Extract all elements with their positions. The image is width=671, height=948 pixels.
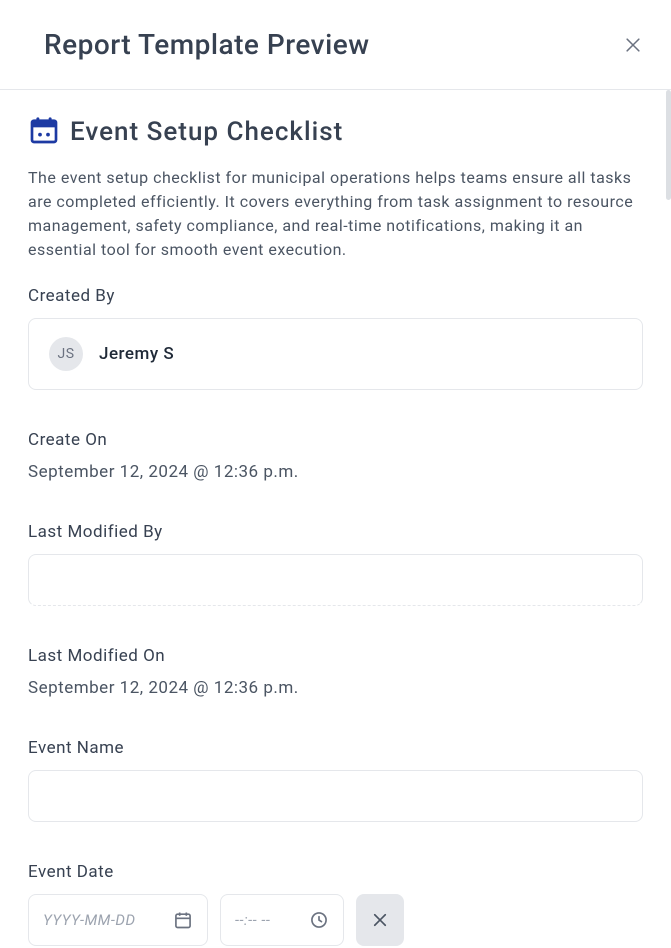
close-button[interactable] (621, 33, 645, 57)
last-modified-on-label: Last Modified On (28, 646, 643, 666)
field-last-modified-by: Last Modified By (28, 522, 643, 606)
field-create-on: Create On September 12, 2024 @ 12:36 p.m… (28, 430, 643, 482)
event-name-label: Event Name (28, 738, 643, 758)
created-by-name: Jeremy S (99, 344, 174, 364)
field-created-by: Created By JS Jeremy S (28, 286, 643, 390)
calendar-small-icon (173, 910, 193, 930)
modal-body: Event Setup Checklist The event setup ch… (0, 90, 671, 948)
modal-header: Report Template Preview (0, 0, 671, 90)
event-name-input[interactable] (28, 770, 643, 822)
field-event-name: Event Name (28, 738, 643, 822)
event-date-row: YYYY-MM-DD --:-- -- (28, 894, 643, 946)
avatar: JS (49, 337, 83, 371)
create-on-value: September 12, 2024 @ 12:36 p.m. (28, 462, 643, 482)
scrollbar-thumb[interactable] (666, 90, 671, 200)
last-modified-by-label: Last Modified By (28, 522, 643, 542)
event-time-input[interactable]: --:-- -- (220, 894, 344, 946)
field-event-date: Event Date YYYY-MM-DD --:-- -- (28, 862, 643, 946)
x-icon (371, 911, 389, 929)
event-date-clear-button[interactable] (356, 894, 404, 946)
event-time-placeholder: --:-- -- (235, 911, 270, 929)
template-title-row: Event Setup Checklist (28, 114, 643, 150)
calendar-icon (28, 114, 60, 150)
field-last-modified-on: Last Modified On September 12, 2024 @ 12… (28, 646, 643, 698)
created-by-card: JS Jeremy S (28, 318, 643, 390)
event-date-input[interactable]: YYYY-MM-DD (28, 894, 208, 946)
create-on-label: Create On (28, 430, 643, 450)
last-modified-on-value: September 12, 2024 @ 12:36 p.m. (28, 678, 643, 698)
event-date-label: Event Date (28, 862, 643, 882)
created-by-label: Created By (28, 286, 643, 306)
last-modified-by-input[interactable] (28, 554, 643, 606)
clock-icon (309, 910, 329, 930)
close-icon (623, 35, 643, 55)
template-title: Event Setup Checklist (70, 117, 343, 147)
template-description: The event setup checklist for municipal … (28, 166, 643, 262)
event-date-placeholder: YYYY-MM-DD (43, 911, 136, 929)
modal-title: Report Template Preview (44, 28, 370, 61)
